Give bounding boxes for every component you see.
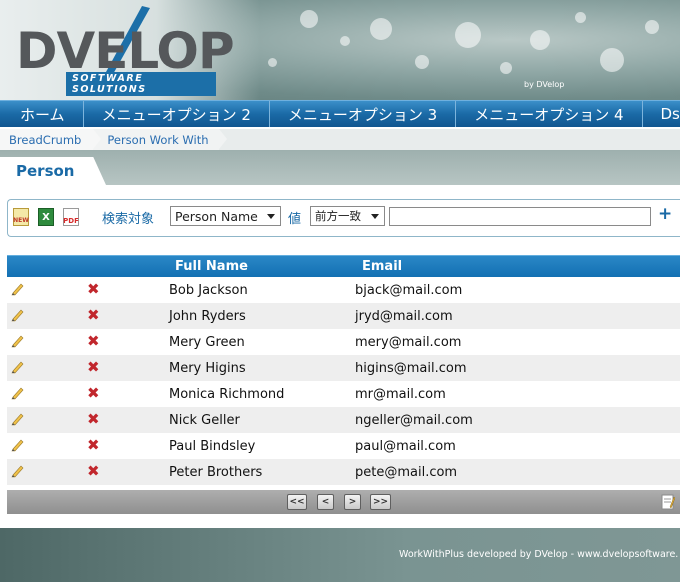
breadcrumb-item-current[interactable]: Person Work With	[93, 129, 227, 150]
chevron-down-icon	[371, 214, 379, 219]
cell-email: bjack@mail.com	[355, 283, 463, 298]
delete-icon[interactable]: ✖	[87, 410, 100, 428]
export-excel-icon[interactable]: X	[38, 208, 54, 226]
cell-full-name: Nick Geller	[169, 413, 240, 428]
cell-full-name: Bob Jackson	[169, 283, 248, 298]
app-header: DVELOP SOFTWARE SOLUTIONS by DVelop	[0, 0, 680, 100]
cell-full-name: John Ryders	[169, 309, 246, 324]
main-menu: ホーム メニューオプション 2 メニューオプション 3 メニューオプション 4 …	[0, 100, 680, 127]
person-grid: Full Name Email ✖ Bob Jackson bjack@mail.c…	[7, 255, 680, 485]
search-target-select[interactable]: Person Name	[170, 206, 281, 226]
table-row: ✖ Mery Higins higins@mail.com	[7, 355, 680, 381]
search-target-label: 検索対象	[102, 212, 155, 227]
pager: << < > >>	[7, 490, 680, 514]
edit-pencil-icon[interactable]	[11, 386, 25, 400]
breadcrumb: BreadCrumb Person Work With	[0, 129, 680, 150]
cell-full-name: Mery Green	[169, 335, 245, 350]
cell-full-name: Mery Higins	[169, 361, 246, 376]
table-row: ✖ Bob Jackson bjack@mail.com	[7, 277, 680, 303]
cell-full-name: Paul Bindsley	[169, 439, 256, 454]
menu-item-home[interactable]: ホーム	[0, 101, 84, 127]
logo-text: DVELOP	[16, 22, 235, 80]
cell-email: mr@mail.com	[355, 387, 446, 402]
value-label: 値	[288, 212, 302, 227]
edit-pencil-icon[interactable]	[11, 360, 25, 374]
menu-item-overflow[interactable]: Ds	[643, 101, 680, 127]
delete-icon[interactable]: ✖	[87, 332, 100, 350]
cell-email: pete@mail.com	[355, 465, 458, 480]
tab-bar: Person	[0, 150, 680, 185]
grid-body: ✖ Bob Jackson bjack@mail.com ✖ John Ryders jr…	[7, 277, 680, 485]
menu-item-option-3[interactable]: メニューオプション 3	[270, 101, 457, 127]
table-row: ✖ Peter Brothers pete@mail.com	[7, 459, 680, 485]
pager-edit-icon[interactable]	[661, 494, 675, 510]
export-pdf-icon[interactable]: PDF	[63, 208, 79, 226]
edit-pencil-icon[interactable]	[11, 464, 25, 478]
edit-pencil-icon[interactable]	[11, 282, 25, 296]
cell-email: mery@mail.com	[355, 335, 462, 350]
column-header-full-name[interactable]: Full Name	[175, 259, 248, 274]
table-row: ✖ Nick Geller ngeller@mail.com	[7, 407, 680, 433]
delete-icon[interactable]: ✖	[87, 306, 100, 324]
edit-pencil-icon[interactable]	[11, 412, 25, 426]
edit-pencil-icon[interactable]	[11, 334, 25, 348]
cell-email: paul@mail.com	[355, 439, 456, 454]
main-content: NEW X PDF 検索対象 Person Name 値 前方一致 + Full…	[0, 185, 680, 528]
menu-item-option-2[interactable]: メニューオプション 2	[84, 101, 270, 127]
menu-item-option-4[interactable]: メニューオプション 4	[456, 101, 643, 127]
delete-icon[interactable]: ✖	[87, 384, 100, 402]
cell-email: jryd@mail.com	[355, 309, 453, 324]
table-row: ✖ Mery Green mery@mail.com	[7, 329, 680, 355]
add-filter-icon[interactable]: +	[658, 204, 672, 224]
breadcrumb-label: Person Work With	[107, 132, 209, 147]
cell-email: higins@mail.com	[355, 361, 467, 376]
pager-prev-button[interactable]: <	[317, 494, 334, 510]
table-row: ✖ Paul Bindsley paul@mail.com	[7, 433, 680, 459]
pager-next-button[interactable]: >	[344, 494, 361, 510]
footer-credit: WorkWithPlus developed by DVelop - www.d…	[399, 549, 679, 560]
match-type-value: 前方一致	[315, 209, 361, 223]
new-record-icon[interactable]: NEW	[13, 208, 29, 226]
cell-email: ngeller@mail.com	[355, 413, 473, 428]
breadcrumb-label: BreadCrumb	[9, 132, 82, 147]
table-row: ✖ Monica Richmond mr@mail.com	[7, 381, 680, 407]
delete-icon[interactable]: ✖	[87, 462, 100, 480]
cell-full-name: Peter Brothers	[169, 465, 263, 480]
small-brand: by DVelop	[524, 80, 565, 89]
pager-last-button[interactable]: >>	[370, 494, 391, 510]
column-header-email[interactable]: Email	[362, 259, 402, 274]
pager-first-button[interactable]: <<	[287, 494, 307, 510]
tab-person[interactable]: Person	[0, 157, 106, 185]
chevron-down-icon	[267, 214, 275, 219]
cell-full-name: Monica Richmond	[169, 387, 285, 402]
edit-pencil-icon[interactable]	[11, 438, 25, 452]
search-target-value: Person Name	[175, 208, 258, 224]
table-row: ✖ John Ryders jryd@mail.com	[7, 303, 680, 329]
match-type-select[interactable]: 前方一致	[310, 206, 385, 226]
logo-subtitle: SOFTWARE SOLUTIONS	[66, 72, 216, 96]
filter-value-input[interactable]	[389, 207, 651, 226]
dvelop-logo[interactable]: DVELOP SOFTWARE SOLUTIONS	[16, 6, 235, 96]
edit-pencil-icon[interactable]	[11, 308, 25, 322]
delete-icon[interactable]: ✖	[87, 358, 100, 376]
grid-header: Full Name Email	[7, 255, 680, 277]
breadcrumb-item-root[interactable]: BreadCrumb	[0, 129, 102, 150]
delete-icon[interactable]: ✖	[87, 436, 100, 454]
app-footer: WorkWithPlus developed by DVelop - www.d…	[0, 528, 680, 582]
delete-icon[interactable]: ✖	[87, 280, 100, 298]
